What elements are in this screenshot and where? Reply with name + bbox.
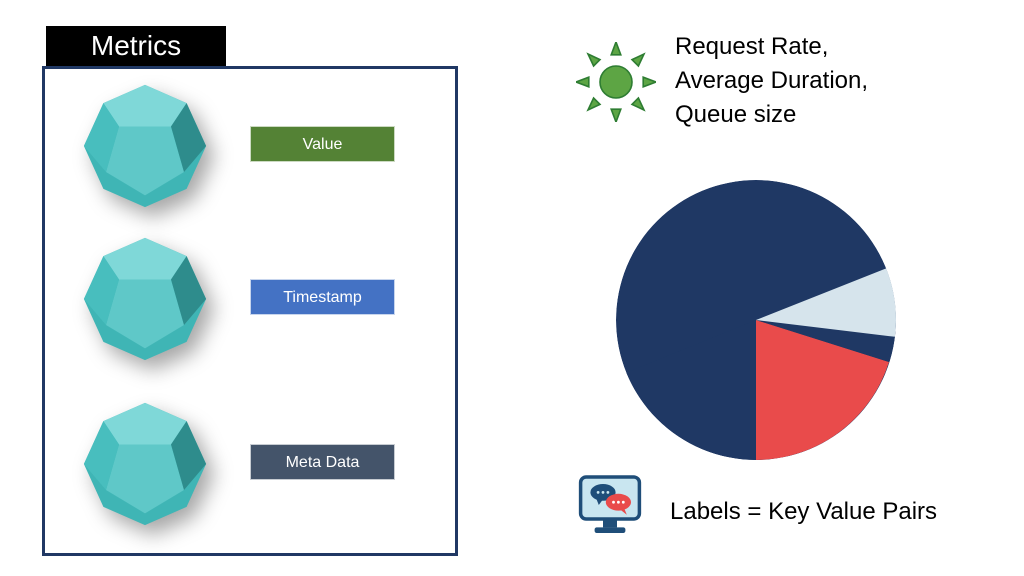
examples-line2: Average Duration, <box>675 64 868 98</box>
metric-row-timestamp: Timestamp <box>45 234 455 364</box>
metadata-label: Meta Data <box>250 444 395 480</box>
metrics-box: Value Timestamp Meta Data <box>42 66 458 556</box>
pie-chart <box>616 180 896 460</box>
examples-line1: Request Rate, <box>675 30 868 64</box>
examples-line3: Queue size <box>675 98 868 132</box>
pie-svg <box>616 180 896 460</box>
metric-row-metadata: Meta Data <box>45 399 455 529</box>
value-label: Value <box>250 126 395 162</box>
metrics-title-bar: Metrics <box>46 26 226 66</box>
gem-icon <box>75 399 215 529</box>
timestamp-label: Timestamp <box>250 279 395 315</box>
metric-row-value: Value <box>45 81 455 211</box>
gem-icon <box>75 81 215 211</box>
examples-text: Request Rate, Average Duration, Queue si… <box>675 30 868 132</box>
labels-text: Labels = Key Value Pairs <box>670 498 937 526</box>
chat-monitor-icon <box>575 470 645 540</box>
sun-icon <box>576 42 656 122</box>
gem-icon <box>75 234 215 364</box>
